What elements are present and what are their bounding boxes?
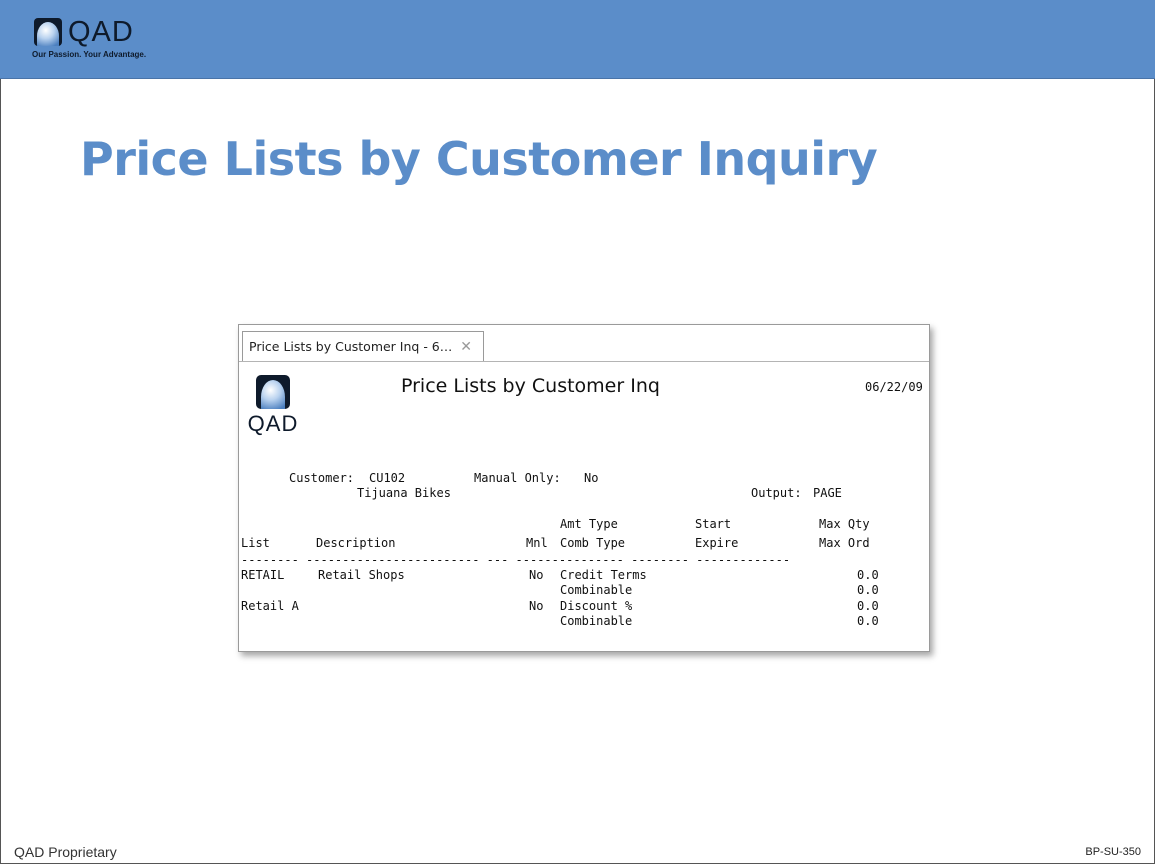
qad-logo-icon xyxy=(256,375,290,409)
customer-name: Tijuana Bikes xyxy=(357,486,451,500)
customer-code: CU102 xyxy=(369,471,406,485)
row-1-description: Retail Shops xyxy=(318,568,405,582)
col-header-comb-type: Comb Type xyxy=(560,536,626,550)
row-1-comb-type: Combinable xyxy=(560,583,633,597)
tab-strip: Price Lists by Customer Inq - 6… ✕ xyxy=(239,325,929,362)
row-1-max-ord: 0.0 xyxy=(857,583,879,597)
col-header-max-qty: Max Qty xyxy=(819,517,870,531)
tab-label: Price Lists by Customer Inq - 6… xyxy=(249,339,453,354)
column-divider: -------- ------------------------ --- --… xyxy=(241,553,791,567)
row-1-mnl: No xyxy=(529,568,544,582)
row-1-max-qty: 0.0 xyxy=(857,568,879,582)
col-header-expire: Expire xyxy=(695,536,739,550)
row-1-amt-type: Credit Terms xyxy=(560,568,647,582)
col-header-amt-type: Amt Type xyxy=(560,517,618,531)
col-header-start: Start xyxy=(695,517,732,531)
customer-label: Customer: xyxy=(289,471,355,485)
footer-proprietary: QAD Proprietary xyxy=(14,844,117,860)
report-logo-text: QAD xyxy=(247,411,299,436)
output-label: Output: xyxy=(751,486,802,500)
logo-text: QAD xyxy=(68,16,134,48)
col-header-mnl: Mnl xyxy=(526,536,548,550)
footer-slide-code: BP-SU-350 xyxy=(1085,846,1141,858)
report-logo: QAD xyxy=(247,375,299,437)
row-2-mnl: No xyxy=(529,599,544,613)
row-2-max-ord: 0.0 xyxy=(857,614,879,628)
row-2-amt-type: Discount % xyxy=(560,599,633,613)
manual-only-label: Manual Only: xyxy=(474,471,561,485)
row-1-list: RETAIL xyxy=(241,568,285,582)
row-2-comb-type: Combinable xyxy=(560,614,633,628)
page-title: Price Lists by Customer Inquiry xyxy=(80,132,878,186)
close-icon[interactable]: ✕ xyxy=(460,339,472,355)
inquiry-window: Price Lists by Customer Inq - 6… ✕ QAD P… xyxy=(238,324,930,652)
qad-logo-icon xyxy=(34,18,62,46)
tab-price-lists-inquiry[interactable]: Price Lists by Customer Inq - 6… ✕ xyxy=(242,331,484,361)
logo-tagline: Our Passion. Your Advantage. xyxy=(32,50,147,59)
col-header-max-ord: Max Ord xyxy=(819,536,870,550)
header-bar: QAD Our Passion. Your Advantage. xyxy=(0,0,1155,79)
row-2-max-qty: 0.0 xyxy=(857,599,879,613)
col-header-list: List xyxy=(241,536,270,550)
manual-only-value: No xyxy=(584,471,599,485)
qad-logo: QAD Our Passion. Your Advantage. xyxy=(32,16,147,60)
report-date: 06/22/09 xyxy=(865,380,923,394)
col-header-description: Description xyxy=(316,536,396,550)
row-2-list: Retail A xyxy=(241,599,299,613)
output-value: PAGE xyxy=(813,486,842,500)
report-title: Price Lists by Customer Inq xyxy=(401,375,660,397)
